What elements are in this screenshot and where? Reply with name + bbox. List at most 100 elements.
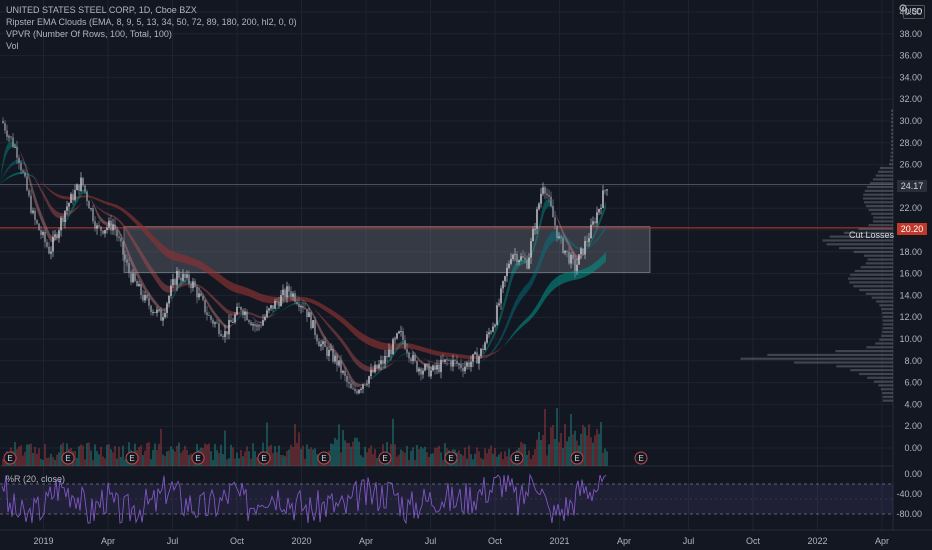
ema-cloud-mid bbox=[282, 309, 284, 311]
vpvr-bar bbox=[835, 349, 893, 353]
ema-cloud-slow bbox=[68, 196, 70, 200]
ema-cloud-mid bbox=[160, 278, 162, 290]
ema-cloud-slow bbox=[226, 278, 228, 289]
ema-cloud-mid bbox=[324, 318, 326, 324]
ema-cloud-mid bbox=[554, 231, 556, 242]
volume-bar bbox=[356, 437, 358, 466]
candle-body bbox=[546, 193, 548, 196]
candle-body bbox=[284, 289, 286, 298]
ema-cloud-mid bbox=[396, 358, 398, 361]
indicator-ema-clouds[interactable]: Ripster EMA Clouds (EMA, 8, 9, 5, 13, 34… bbox=[6, 16, 297, 28]
ema-cloud-slow bbox=[560, 274, 562, 286]
candle-body bbox=[120, 237, 122, 242]
vpvr-bar bbox=[881, 334, 893, 337]
vpvr-bar bbox=[839, 246, 893, 250]
symbol-title[interactable]: UNITED STATES STEEL CORP, 1D, Cboe BZX bbox=[6, 4, 297, 16]
ema-cloud-fast bbox=[546, 199, 548, 209]
earnings-marker-label: E bbox=[321, 454, 326, 463]
ema-cloud-slow bbox=[436, 350, 438, 356]
volume-bar bbox=[220, 444, 222, 466]
ema-cloud-slow bbox=[502, 345, 504, 348]
candle-body bbox=[56, 234, 58, 239]
candle-body bbox=[152, 312, 154, 313]
volume-bar bbox=[180, 452, 182, 466]
volume-bar bbox=[538, 431, 540, 466]
volume-bar bbox=[160, 428, 162, 466]
candle-body bbox=[472, 354, 474, 362]
candle-body bbox=[160, 309, 162, 321]
candle-body bbox=[232, 322, 234, 323]
ema-cloud-fast bbox=[442, 366, 444, 368]
candle-body bbox=[54, 234, 56, 237]
ema-cloud-fast bbox=[374, 373, 376, 378]
volume-bar bbox=[170, 446, 172, 466]
indicator-volume[interactable]: Vol bbox=[6, 40, 297, 52]
ema-cloud-fast bbox=[50, 233, 52, 243]
volume-bar bbox=[528, 450, 530, 466]
earnings-marker-label: E bbox=[65, 454, 70, 463]
candle-body bbox=[580, 248, 582, 255]
candle-body bbox=[330, 349, 332, 350]
candle-body bbox=[582, 248, 584, 255]
volume-bar bbox=[158, 443, 160, 466]
ema-cloud-slow bbox=[380, 341, 382, 350]
price-chart[interactable]: 0.00 2.00 4.00 6.00 8.00 10.00 12.00 14.00 16.00… bbox=[0, 0, 932, 550]
candle-body bbox=[358, 389, 360, 394]
vpvr-bar bbox=[882, 311, 893, 315]
vpvr-bar bbox=[872, 220, 893, 223]
price-tick-label: 38.00 bbox=[899, 29, 922, 39]
gear-icon[interactable] bbox=[898, 3, 908, 13]
candle-body bbox=[514, 254, 516, 255]
volume-bar bbox=[204, 443, 206, 466]
volume-bar bbox=[466, 458, 468, 466]
candle-body bbox=[176, 271, 178, 285]
volume-bar bbox=[42, 459, 44, 466]
ema-cloud-slow bbox=[98, 198, 100, 202]
price-tick-label: 16.00 bbox=[899, 269, 922, 279]
ema-cloud-mid bbox=[238, 311, 240, 316]
ema-cloud-slow bbox=[8, 175, 10, 179]
ema-cloud-fast bbox=[500, 308, 502, 322]
ema-cloud-fast bbox=[28, 171, 30, 185]
ema-cloud-mid bbox=[50, 203, 52, 213]
volume-bar bbox=[2, 459, 4, 466]
williams-r-legend[interactable]: %R (20, close) bbox=[6, 474, 65, 484]
ema-cloud-mid bbox=[348, 346, 350, 356]
earnings-marker-label: E bbox=[261, 454, 266, 463]
vpvr-bar bbox=[850, 273, 893, 276]
ema-cloud-slow bbox=[596, 260, 598, 271]
ema-cloud-slow bbox=[544, 289, 546, 301]
candle-body bbox=[528, 257, 530, 269]
ema-cloud-slow bbox=[590, 264, 592, 275]
ema-cloud-fast bbox=[40, 209, 42, 224]
ema-cloud-slow bbox=[224, 277, 226, 288]
earnings-marker-label: E bbox=[382, 454, 387, 463]
vpvr-bar bbox=[740, 357, 893, 360]
vpvr-bar bbox=[889, 163, 893, 166]
ema-cloud-slow bbox=[366, 335, 368, 345]
indicator-vpvr[interactable]: VPVR (Number Of Rows, 100, Total, 100) bbox=[6, 28, 297, 40]
ema-cloud-slow bbox=[216, 271, 218, 282]
ema-cloud-mid bbox=[356, 357, 358, 367]
ema-cloud-slow bbox=[358, 330, 360, 340]
ema-cloud-mid bbox=[274, 313, 276, 316]
candle-body bbox=[534, 228, 536, 230]
ema-cloud-mid bbox=[514, 299, 516, 313]
ema-cloud-mid bbox=[252, 312, 254, 316]
ema-cloud-fast bbox=[542, 203, 544, 221]
ema-cloud-fast bbox=[162, 308, 164, 312]
candle-body bbox=[32, 210, 34, 213]
earnings-marker-label: E bbox=[195, 454, 200, 463]
volume-bar bbox=[174, 451, 176, 466]
volume-bar bbox=[112, 452, 114, 466]
earnings-marker-label: E bbox=[638, 454, 643, 463]
ema-cloud-slow bbox=[62, 195, 64, 200]
candle-body bbox=[416, 360, 418, 372]
volume-bar bbox=[476, 447, 478, 466]
candle-body bbox=[598, 208, 600, 213]
ema-cloud-mid bbox=[198, 284, 200, 288]
candle-body bbox=[102, 230, 104, 234]
volume-bar bbox=[342, 430, 344, 466]
ema-cloud-mid bbox=[432, 361, 434, 364]
ema-cloud-slow bbox=[382, 342, 384, 351]
